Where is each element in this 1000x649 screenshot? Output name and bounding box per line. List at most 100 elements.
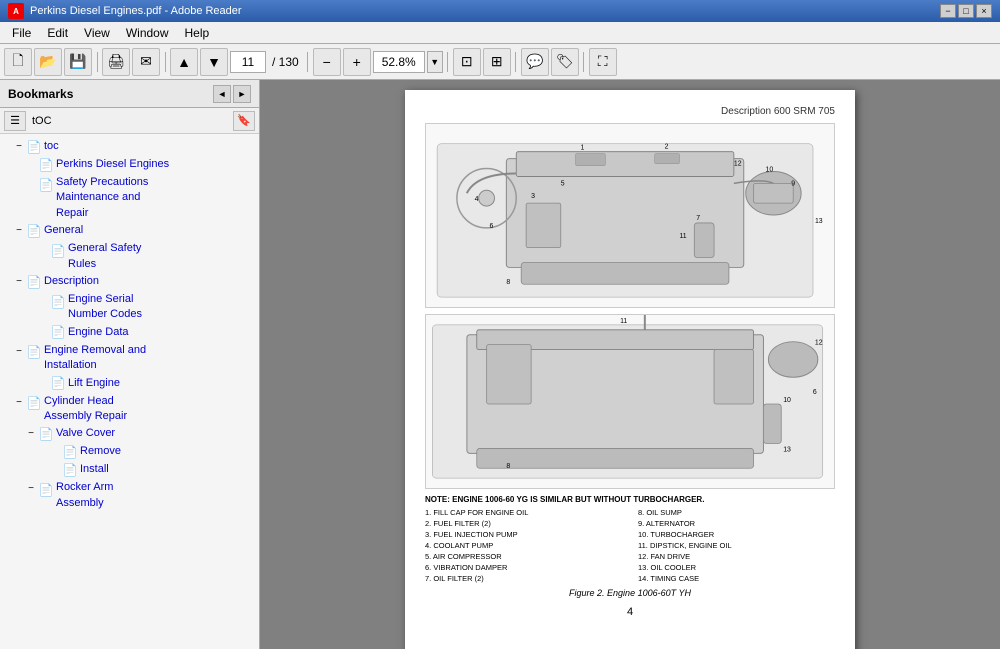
tree-item-remove[interactable]: 📄 Remove xyxy=(0,443,259,461)
pdf-page-number: 4 xyxy=(425,606,835,618)
svg-text:9: 9 xyxy=(791,180,795,187)
svg-text:11: 11 xyxy=(620,318,627,325)
tree-item-general[interactable]: − 📄 General xyxy=(0,222,259,240)
svg-text:12: 12 xyxy=(815,340,823,347)
tree-item-install[interactable]: 📄 Install xyxy=(0,461,259,479)
sidebar-content[interactable]: − 📄 toc 📄 Perkins Diesel Engines 📄 Safet… xyxy=(0,134,259,649)
fit-width-button[interactable]: ⊞ xyxy=(483,48,511,76)
bookmark-icon-general: 📄 xyxy=(26,223,42,239)
engine-diagram-top: 1 2 3 4 5 6 7 8 9 10 11 12 13 xyxy=(425,123,835,308)
comment-button[interactable]: 💬 xyxy=(521,48,549,76)
legend-item-9: 9. ALTERNATOR xyxy=(638,518,835,529)
bookmark-icon-valve-cover: 📄 xyxy=(38,426,54,442)
label-remove: Remove xyxy=(78,444,259,459)
tree-item-rocker-arm[interactable]: − 📄 Rocker ArmAssembly xyxy=(0,479,259,512)
tree-item-engine-removal[interactable]: − 📄 Engine Removal andInstallation xyxy=(0,342,259,375)
sidebar-title: Bookmarks xyxy=(8,87,73,101)
window-controls: − □ × xyxy=(940,4,992,18)
legend-item-8: 8. OIL SUMP xyxy=(638,507,835,518)
toggle-cylinder-head[interactable]: − xyxy=(12,396,26,410)
svg-text:8: 8 xyxy=(506,463,510,470)
fit-page-button[interactable]: ⊡ xyxy=(453,48,481,76)
print-button[interactable]: 🖨 xyxy=(102,48,130,76)
page-number-input[interactable] xyxy=(230,51,266,73)
label-general-safety: General SafetyRules xyxy=(66,241,259,272)
tree-item-engine-serial[interactable]: 📄 Engine SerialNumber Codes xyxy=(0,291,259,324)
sidebar: Bookmarks ◄ ► ☰ tOC 🔖 − 📄 toc xyxy=(0,80,260,649)
label-valve-cover: Valve Cover xyxy=(54,426,259,441)
email-button[interactable]: ✉ xyxy=(132,48,160,76)
legend-item-13: 13. OIL COOLER xyxy=(638,562,835,573)
tree-item-valve-cover[interactable]: − 📄 Valve Cover xyxy=(0,425,259,443)
pdf-note: NOTE: ENGINE 1006-60 YG IS SIMILAR BUT W… xyxy=(425,495,835,504)
label-safety: Safety PrecautionsMaintenance andRepair xyxy=(54,175,259,221)
bookmark-icon-general-safety: 📄 xyxy=(50,243,66,259)
svg-text:7: 7 xyxy=(696,215,700,222)
legend-item-10: 10. TURBOCHARGER xyxy=(638,529,835,540)
svg-text:12: 12 xyxy=(734,161,742,168)
tree-item-cylinder-head[interactable]: − 📄 Cylinder HeadAssembly Repair xyxy=(0,393,259,426)
label-toc: toc xyxy=(42,139,259,154)
tree-item-description[interactable]: − 📄 Description xyxy=(0,273,259,291)
menu-view[interactable]: View xyxy=(76,24,118,42)
legend-item-2: 2. FUEL FILTER (2) xyxy=(425,518,622,529)
next-page-button[interactable]: ▼ xyxy=(200,48,228,76)
tree-item-engine-data[interactable]: 📄 Engine Data xyxy=(0,324,259,342)
page-total: / 130 xyxy=(268,55,303,69)
toggle-description[interactable]: − xyxy=(12,275,26,289)
toggle-general-safety xyxy=(36,243,50,257)
toggle-general[interactable]: − xyxy=(12,224,26,238)
svg-text:6: 6 xyxy=(490,223,494,230)
new-button[interactable]: 🗋 xyxy=(4,48,32,76)
zoom-out-button[interactable]: − xyxy=(313,48,341,76)
legend-item-7: 7. OIL FILTER (2) xyxy=(425,573,622,584)
tree-item-lift-engine[interactable]: 📄 Lift Engine xyxy=(0,375,259,393)
menu-help[interactable]: Help xyxy=(177,24,218,42)
fullscreen-button[interactable]: ⛶ xyxy=(589,48,617,76)
toggle-safety xyxy=(24,177,38,191)
pdf-viewer[interactable]: Description 600 SRM 705 xyxy=(260,80,1000,649)
minimize-button[interactable]: − xyxy=(940,4,956,18)
toggle-perkins xyxy=(24,158,38,172)
toggle-remove xyxy=(48,445,62,459)
sidebar-expand-button[interactable]: ► xyxy=(233,85,251,103)
close-button[interactable]: × xyxy=(976,4,992,18)
bookmark-icon-safety: 📄 xyxy=(38,177,54,193)
toggle-toc[interactable]: − xyxy=(12,140,26,154)
tree-item-toc[interactable]: − 📄 toc xyxy=(0,138,259,156)
label-general: General xyxy=(42,223,259,238)
pdf-caption: Figure 2. Engine 1006-60T YH xyxy=(425,588,835,598)
zoom-in-button[interactable]: + xyxy=(343,48,371,76)
open-button[interactable]: 📂 xyxy=(34,48,62,76)
sidebar-controls: ◄ ► xyxy=(213,85,251,103)
menu-edit[interactable]: Edit xyxy=(39,24,76,42)
zoom-dropdown[interactable]: ▼ xyxy=(427,51,443,73)
tree-item-perkins[interactable]: 📄 Perkins Diesel Engines xyxy=(0,156,259,174)
toggle-rocker-arm[interactable]: − xyxy=(24,482,38,496)
sidebar-collapse-button[interactable]: ◄ xyxy=(213,85,231,103)
zoom-input[interactable] xyxy=(373,51,425,73)
svg-text:8: 8 xyxy=(506,279,510,286)
tree-item-general-safety[interactable]: 📄 General SafetyRules xyxy=(0,240,259,273)
save-button[interactable]: 💾 xyxy=(64,48,92,76)
legend-item-6: 6. VIBRATION DAMPER xyxy=(425,562,622,573)
label-engine-data: Engine Data xyxy=(66,325,259,340)
sidebar-menu-button[interactable]: ☰ xyxy=(4,111,26,131)
maximize-button[interactable]: □ xyxy=(958,4,974,18)
bookmark-icon-engine-serial: 📄 xyxy=(50,294,66,310)
toggle-valve-cover[interactable]: − xyxy=(24,427,38,441)
tree-item-safety[interactable]: 📄 Safety PrecautionsMaintenance andRepai… xyxy=(0,174,259,222)
menu-file[interactable]: File xyxy=(4,24,39,42)
menu-window[interactable]: Window xyxy=(118,24,177,42)
svg-text:10: 10 xyxy=(783,397,791,404)
label-cylinder-head: Cylinder HeadAssembly Repair xyxy=(42,394,259,425)
main-area: Bookmarks ◄ ► ☰ tOC 🔖 − 📄 toc xyxy=(0,80,1000,649)
toggle-engine-removal[interactable]: − xyxy=(12,345,26,359)
bookmark-icon-install: 📄 xyxy=(62,462,78,478)
label-perkins: Perkins Diesel Engines xyxy=(54,157,259,172)
engine-svg-top: 1 2 3 4 5 6 7 8 9 10 11 12 13 xyxy=(426,124,834,307)
prev-page-button[interactable]: ▲ xyxy=(170,48,198,76)
stamp-button[interactable]: 🏷 xyxy=(551,48,579,76)
sidebar-bookmark-button[interactable]: 🔖 xyxy=(233,111,255,131)
svg-text:5: 5 xyxy=(561,180,565,187)
